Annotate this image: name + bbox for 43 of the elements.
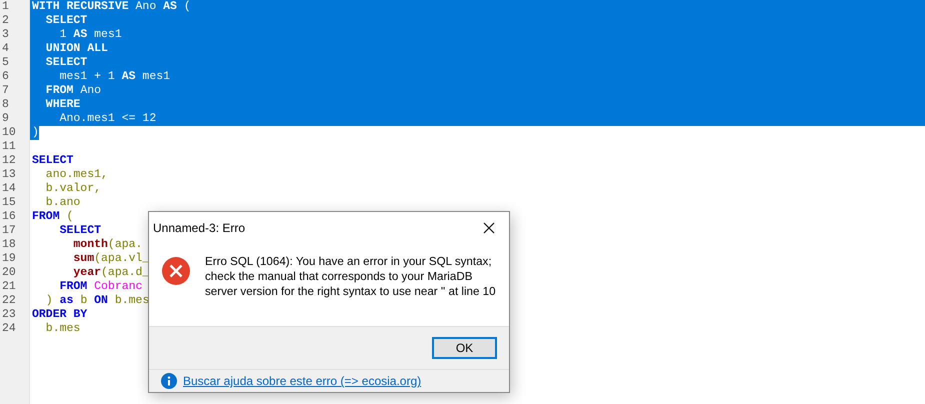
line-number: 12 bbox=[1, 154, 17, 168]
code-line: ) as b ON b.mes bbox=[44, 294, 150, 308]
line-number: 21 bbox=[1, 280, 17, 294]
ok-button[interactable]: OK bbox=[432, 337, 497, 359]
line-number: 15 bbox=[1, 196, 17, 210]
code-line: b.valor, bbox=[44, 182, 102, 196]
error-icon bbox=[161, 256, 191, 286]
line-number: 23 bbox=[1, 308, 17, 322]
error-message: Erro SQL (1064): You have an error in your SQL syntax; check the manual that corresponds to your MariaDB server version for the right syntax to use near '' at line 10 bbox=[205, 254, 497, 300]
line-number: 3 bbox=[1, 28, 10, 42]
line-number: 19 bbox=[1, 252, 17, 266]
code-line: b.ano bbox=[44, 196, 80, 210]
code-line: month(apa. bbox=[72, 238, 142, 252]
code-line: year(apa.d_ bbox=[72, 266, 150, 280]
line-number: 11 bbox=[1, 140, 17, 154]
line-number: 20 bbox=[1, 266, 17, 280]
code-line: ano.mes1, bbox=[44, 168, 108, 182]
code-line: FROM ( bbox=[31, 210, 74, 224]
line-number: 22 bbox=[1, 294, 17, 308]
line-number: 10 bbox=[1, 126, 17, 140]
code-line: FROM Cobranc bbox=[58, 280, 142, 294]
line-number: 2 bbox=[1, 14, 10, 28]
line-number: 8 bbox=[1, 98, 10, 112]
line-number: 1 bbox=[1, 0, 10, 14]
line-number: 13 bbox=[1, 168, 17, 182]
line-number: 18 bbox=[1, 238, 17, 252]
line-number: 17 bbox=[1, 224, 17, 238]
code-line: b.mes bbox=[44, 322, 80, 336]
line-number: 6 bbox=[1, 70, 10, 84]
line-number: 7 bbox=[1, 84, 10, 98]
dialog-title: Unnamed-3: Erro bbox=[153, 221, 246, 235]
line-number: 16 bbox=[1, 210, 17, 224]
code-line: ORDER BY bbox=[31, 308, 88, 322]
line-number: 5 bbox=[1, 56, 10, 70]
info-icon bbox=[161, 373, 177, 389]
line-number: 24 bbox=[1, 322, 17, 336]
line-number: 4 bbox=[1, 42, 10, 56]
line-number: 9 bbox=[1, 112, 10, 126]
line-number: 14 bbox=[1, 182, 17, 196]
code-line: sum(apa.vl_ bbox=[72, 252, 150, 266]
close-icon[interactable] bbox=[483, 222, 495, 234]
code-line: SELECT bbox=[58, 224, 102, 238]
code-line: SELECT bbox=[31, 154, 74, 168]
